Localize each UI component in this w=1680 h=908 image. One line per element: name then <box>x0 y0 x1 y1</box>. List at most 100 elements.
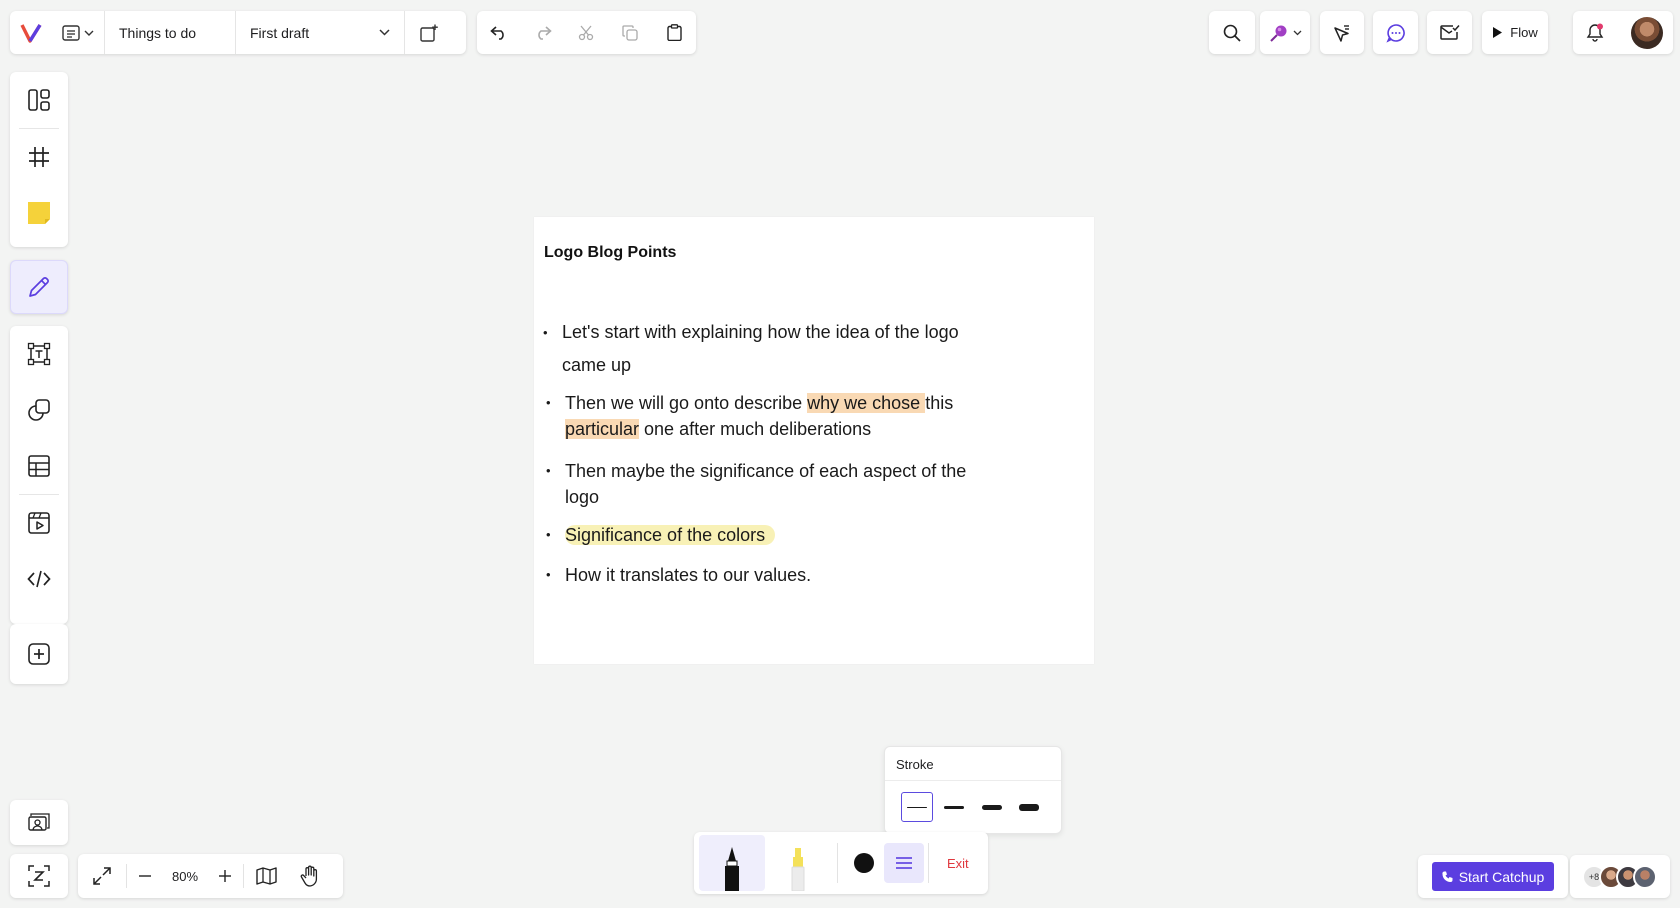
play-icon <box>1492 26 1503 39</box>
highlighter-icon <box>788 845 808 891</box>
top-left-toolbar: Things to do First draft <box>10 11 466 54</box>
catchup-panel: Start Catchup <box>1418 855 1568 898</box>
divider <box>837 843 838 883</box>
comments-button[interactable] <box>1373 11 1418 54</box>
cut-button[interactable] <box>565 11 609 54</box>
zoom-to-fit-button[interactable] <box>10 854 68 898</box>
copy-button[interactable] <box>608 11 652 54</box>
exit-drawing-button[interactable]: Exit <box>947 856 969 871</box>
plus-icon <box>219 870 231 882</box>
chevron-down-icon <box>84 30 94 36</box>
shapes-icon <box>27 398 51 422</box>
templates-button[interactable] <box>10 72 68 128</box>
table-icon <box>27 454 51 478</box>
stroke-thick-option[interactable] <box>976 792 1007 822</box>
shapes-tool-button[interactable] <box>10 382 68 438</box>
page-select-dropdown[interactable]: First draft <box>236 11 404 54</box>
more-apps-button[interactable] <box>10 624 68 684</box>
frame-hash-icon <box>28 146 50 168</box>
zoom-out-button[interactable] <box>127 854 163 898</box>
video-icon <box>27 511 51 535</box>
pen-tool[interactable] <box>699 835 765 891</box>
text-tool-button[interactable] <box>10 326 68 382</box>
presentation-button[interactable] <box>10 800 68 845</box>
cursor-arrow-icon <box>1333 24 1351 42</box>
highlighter-tool[interactable] <box>765 835 831 891</box>
flow-label: Flow <box>1510 25 1538 40</box>
stroke-medium-option[interactable] <box>939 792 970 822</box>
notifications-button[interactable] <box>1573 11 1617 54</box>
list-item: • Then we will go onto describe why we c… <box>546 393 954 439</box>
start-catchup-button[interactable]: Start Catchup <box>1431 862 1555 891</box>
embed-code-button[interactable] <box>10 551 68 607</box>
pen-tool-button[interactable] <box>10 261 68 313</box>
canvas-document[interactable]: Logo Blog Points • Let's start with expl… <box>534 217 1094 664</box>
left-toolbar-group-1 <box>10 72 68 247</box>
paste-button[interactable] <box>652 11 696 54</box>
sticky-note-icon <box>27 201 51 225</box>
table-tool-button[interactable] <box>10 438 68 494</box>
undo-icon <box>490 25 508 40</box>
pushpin-icon <box>1269 23 1289 43</box>
left-toolbar-group-2 <box>10 260 68 314</box>
highlighted-text: particular <box>565 419 640 439</box>
minus-icon <box>139 875 151 877</box>
file-icon <box>62 24 80 41</box>
zoom-level[interactable]: 80% <box>163 869 207 884</box>
file-menu-button[interactable] <box>52 11 104 54</box>
collaborators-panel[interactable]: +8 <box>1570 855 1670 898</box>
color-picker-button[interactable] <box>854 853 874 873</box>
add-page-button[interactable] <box>405 11 453 54</box>
screen-share-icon <box>28 812 50 833</box>
plus-square-icon <box>27 642 51 666</box>
mail-check-icon <box>1439 24 1460 41</box>
list-item: • Then maybe the significance of each as… <box>546 461 967 507</box>
list-item: • How it translates to our values. <box>546 565 812 585</box>
user-avatar[interactable] <box>1631 16 1663 49</box>
redo-button[interactable] <box>521 11 565 54</box>
clipboard-icon <box>666 24 682 41</box>
list-item: • Significance of the colors <box>546 522 1005 548</box>
redo-icon <box>534 25 552 40</box>
notifications-and-profile <box>1573 11 1673 54</box>
undo-button[interactable] <box>477 11 521 54</box>
marker-pen-icon <box>722 845 742 891</box>
stroke-extra-thick-option[interactable] <box>1014 792 1045 822</box>
chat-bubble-icon <box>1385 23 1406 43</box>
search-icon <box>1223 24 1241 42</box>
inbox-button[interactable] <box>1427 11 1472 54</box>
expand-icon <box>92 866 112 886</box>
bell-icon <box>1586 23 1604 42</box>
map-icon <box>255 867 277 885</box>
code-icon <box>27 569 51 589</box>
cursor-share-button[interactable] <box>1320 11 1364 54</box>
sticky-note-button[interactable] <box>10 185 68 241</box>
edit-toolbar <box>477 11 696 54</box>
document-name[interactable]: Things to do <box>105 25 235 41</box>
stroke-lines-icon <box>895 856 913 870</box>
app-logo-icon[interactable] <box>10 11 52 54</box>
zoom-in-button[interactable] <box>207 854 243 898</box>
stroke-width-button[interactable] <box>884 843 924 883</box>
document-title: Logo Blog Points <box>544 244 677 261</box>
pencil-icon <box>27 275 51 299</box>
search-button[interactable] <box>1209 11 1255 54</box>
flow-button[interactable]: Flow <box>1482 11 1548 54</box>
list-item: • Let's start with explaining how the id… <box>543 322 959 375</box>
minimap-button[interactable] <box>244 854 288 898</box>
zoom-fit-icon <box>28 865 50 887</box>
hand-icon <box>300 865 320 887</box>
stroke-thin-option[interactable] <box>901 792 933 822</box>
left-toolbar-group-4 <box>10 624 68 684</box>
media-tool-button[interactable] <box>10 495 68 551</box>
chevron-down-icon <box>1293 30 1302 36</box>
fullscreen-button[interactable] <box>78 854 126 898</box>
start-catchup-label: Start Catchup <box>1458 868 1545 885</box>
pin-menu-button[interactable] <box>1260 11 1310 54</box>
left-toolbar-group-3 <box>10 326 68 624</box>
scissors-icon <box>578 25 594 41</box>
highlighted-text: why we chose <box>807 393 926 413</box>
hand-pan-button[interactable] <box>288 854 332 898</box>
add-page-icon <box>420 24 438 42</box>
frame-tool-button[interactable] <box>10 129 68 185</box>
